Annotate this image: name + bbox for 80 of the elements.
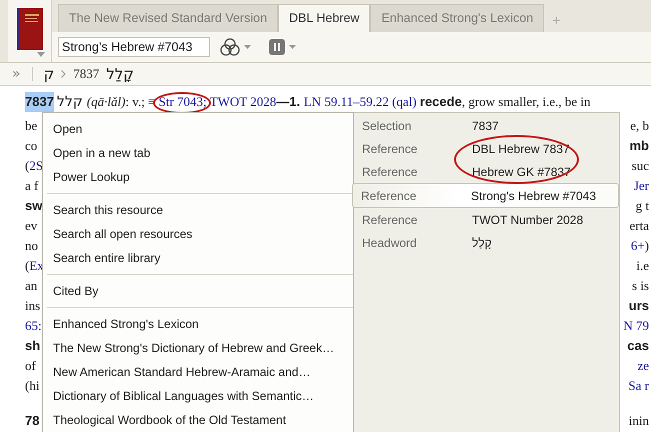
menu-item[interactable]: New American Standard Hebrew-Aramaic and… bbox=[43, 360, 353, 384]
entry-text: co bbox=[25, 137, 38, 155]
tab[interactable]: DBL Hebrew bbox=[278, 4, 370, 32]
entry-text: be bbox=[25, 117, 38, 135]
reference-link[interactable]: LN 59.11–59.22 bbox=[304, 92, 389, 112]
caret-icon[interactable] bbox=[36, 52, 44, 57]
entry-text: ev bbox=[25, 217, 38, 235]
entry-text: (hi bbox=[25, 377, 40, 395]
menu-item[interactable]: Search this resource bbox=[43, 198, 353, 222]
field-value: 7837 bbox=[472, 118, 499, 132]
bold-text: mb bbox=[630, 137, 649, 155]
entry-text: no bbox=[25, 237, 38, 255]
reference-link[interactable]: ze bbox=[637, 356, 649, 376]
breadcrumb-item[interactable]: ק bbox=[44, 65, 54, 83]
bold-text: 78 bbox=[25, 412, 40, 430]
panel-row[interactable]: Selection 7837 bbox=[354, 114, 619, 137]
field-value: Strong's Hebrew #7043 bbox=[471, 188, 596, 202]
menu-item[interactable]: Search entire library bbox=[43, 246, 353, 270]
field-label: Reference bbox=[361, 188, 418, 202]
entry-text: e, b bbox=[630, 117, 649, 135]
menu-item[interactable]: Open in a new tab bbox=[43, 141, 353, 165]
entry-text: ) bbox=[644, 237, 649, 255]
transliteration: (qā·lǎl) bbox=[86, 93, 126, 111]
columns-icon[interactable] bbox=[269, 39, 285, 55]
caret-icon[interactable] bbox=[289, 45, 296, 49]
reference-link[interactable]: TWOT 2028 bbox=[206, 92, 276, 112]
reference-link[interactable]: Sa r bbox=[628, 376, 649, 396]
reference-link[interactable]: N 79 bbox=[623, 316, 649, 336]
entry-text: suc bbox=[632, 157, 649, 175]
entry-text: a f bbox=[25, 177, 38, 195]
selected-row[interactable]: Reference Strong's Hebrew #7043 bbox=[352, 183, 619, 208]
bold-text: —1. bbox=[276, 93, 302, 111]
entry-text: g t bbox=[636, 197, 649, 215]
entry-text: ( bbox=[25, 257, 30, 275]
field-value: קָלַל bbox=[472, 236, 492, 250]
entry-number: 7837 bbox=[25, 92, 54, 112]
entry-text: ( bbox=[25, 157, 30, 175]
book-cover-icon[interactable] bbox=[16, 8, 42, 50]
reference-link[interactable]: 2S bbox=[29, 156, 44, 176]
menu-item[interactable]: Theological Wordbook of the Old Testament bbox=[43, 408, 353, 432]
breadcrumb-item[interactable]: 7837 bbox=[73, 66, 100, 82]
bold-text: sh bbox=[25, 337, 40, 355]
entry-text: i.e bbox=[636, 257, 649, 275]
menu-item[interactable]: Power Lookup bbox=[43, 165, 353, 189]
reference-field[interactable]: Strong’s Hebrew #7043 bbox=[58, 37, 210, 57]
reference-link[interactable]: 6+ bbox=[630, 236, 645, 256]
field-label: Reference bbox=[362, 142, 418, 156]
menu-item[interactable]: The New Strong's Dictionary of Hebrew and Greek… bbox=[43, 336, 353, 360]
bold-text: sw bbox=[25, 197, 42, 215]
menu-item[interactable]: Open bbox=[43, 117, 353, 141]
panel-row[interactable]: Reference DBL Hebrew 7837 bbox=[354, 137, 619, 160]
menu-item[interactable]: Dictionary of Biblical Languages with Semantic… bbox=[43, 384, 353, 408]
menu-item[interactable]: Cited By bbox=[43, 279, 353, 303]
menu-item[interactable]: Enhanced Strong's Lexicon bbox=[43, 312, 353, 336]
field-value: TWOT Number 2028 bbox=[472, 212, 584, 226]
bold-text: cas bbox=[627, 337, 649, 355]
entry-text: inin bbox=[628, 412, 649, 430]
panel-row[interactable]: Reference TWOT Number 2028 bbox=[354, 208, 619, 231]
field-label: Reference bbox=[362, 212, 418, 226]
reference-link[interactable]: Jer bbox=[634, 176, 649, 196]
bold-text: recede bbox=[420, 93, 462, 111]
bold-text: urs bbox=[628, 297, 649, 315]
entry-text: an bbox=[25, 277, 38, 295]
menu-item[interactable]: Search all open resources bbox=[43, 222, 353, 246]
reference-link[interactable]: 65: bbox=[25, 316, 42, 336]
entry-text: ins bbox=[25, 297, 40, 315]
field-value: DBL Hebrew 7837 bbox=[472, 142, 570, 156]
interlinked-circles-icon[interactable] bbox=[220, 38, 240, 56]
entry-text: , grow smaller, i.e., be in bbox=[462, 93, 591, 111]
chevron-icon bbox=[61, 70, 66, 78]
entry-text: erta bbox=[630, 217, 649, 235]
entry-text: s is bbox=[632, 277, 649, 295]
caret-icon[interactable] bbox=[244, 45, 251, 49]
breadcrumb-headword[interactable]: קָלַל bbox=[106, 65, 134, 83]
reference-link[interactable]: (qal) bbox=[388, 92, 420, 112]
field-label: Headword bbox=[362, 236, 418, 250]
entry-text: of bbox=[25, 357, 36, 375]
hebrew-word: קלל bbox=[56, 93, 83, 112]
field-label: Selection bbox=[362, 118, 412, 132]
field-label: Reference bbox=[362, 164, 418, 178]
